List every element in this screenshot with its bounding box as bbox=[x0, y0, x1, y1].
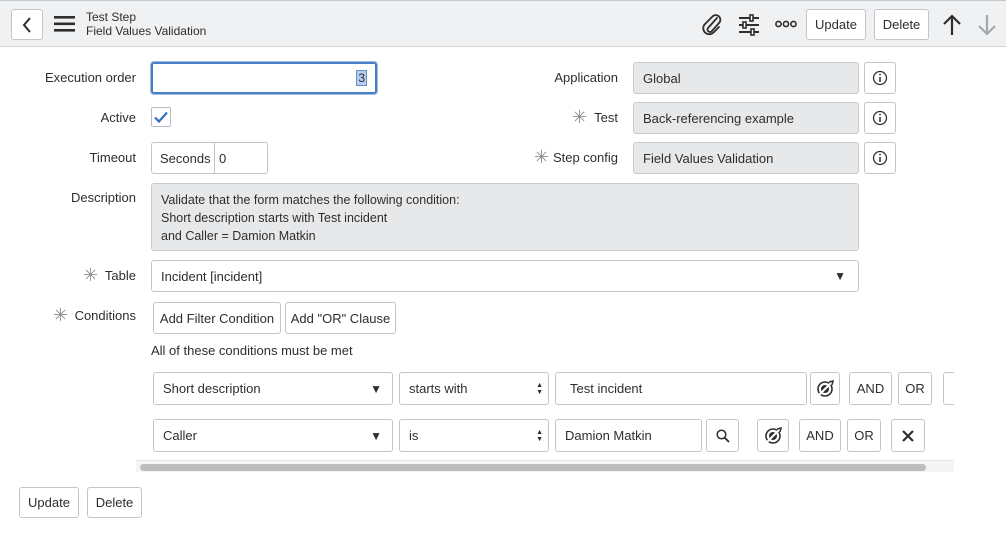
conditions-label: Conditions bbox=[74, 308, 136, 323]
description-field[interactable]: Validate that the form matches the follo… bbox=[151, 183, 859, 251]
execution-order-value: 3 bbox=[356, 70, 367, 86]
condition-operator-select[interactable]: is ▲ ▼ bbox=[399, 419, 549, 452]
condition-or-button[interactable]: OR bbox=[898, 372, 932, 405]
form-header: Test Step Field Values Validation Update… bbox=[0, 0, 1006, 47]
description-line: Short description starts with Test incid… bbox=[161, 211, 388, 225]
settings-sliders-icon[interactable] bbox=[738, 13, 760, 37]
record-display-value: Field Values Validation bbox=[86, 24, 207, 38]
table-value: Incident [incident] bbox=[161, 268, 263, 284]
dropdown-arrow-icon: ▼ bbox=[834, 269, 846, 283]
info-icon bbox=[872, 110, 888, 126]
hamburger-menu-icon[interactable] bbox=[54, 15, 76, 33]
execution-order-label: Execution order bbox=[44, 70, 136, 85]
execution-order-field[interactable]: 3 bbox=[151, 62, 377, 94]
test-label: Test bbox=[594, 110, 618, 125]
condition-operator-value: is bbox=[409, 428, 419, 443]
info-icon bbox=[872, 150, 888, 166]
condition-or-button[interactable]: OR bbox=[847, 419, 881, 452]
updown-arrows-icon: ▲ ▼ bbox=[536, 381, 543, 396]
dot-walk-button[interactable] bbox=[757, 419, 789, 452]
condition-value: Test incident bbox=[570, 381, 643, 396]
horizontal-scrollbar-track[interactable] bbox=[136, 460, 954, 472]
timeout-unit: Seconds bbox=[151, 142, 215, 174]
footer-update-button[interactable]: Update bbox=[19, 487, 79, 518]
test-value: Back-referencing example bbox=[643, 110, 795, 126]
condition-value: Damion Matkin bbox=[565, 428, 652, 443]
step-config-info-button[interactable] bbox=[864, 142, 896, 174]
condition-operator-select[interactable]: starts with ▲ ▼ bbox=[399, 372, 549, 405]
close-icon bbox=[902, 429, 914, 442]
step-config-label: Step config bbox=[552, 150, 618, 165]
close-icon bbox=[953, 382, 954, 396]
active-checkbox[interactable] bbox=[151, 107, 171, 127]
search-icon bbox=[715, 428, 730, 443]
timeout-value: 0 bbox=[219, 150, 227, 166]
condition-operator-value: starts with bbox=[409, 381, 468, 396]
arrow-down-icon[interactable] bbox=[977, 14, 997, 36]
table-label: Table bbox=[104, 268, 136, 283]
more-options-icon[interactable] bbox=[775, 16, 797, 32]
description-line: and Caller = Damion Matkin bbox=[161, 229, 316, 243]
dropdown-arrow-icon: ▼ bbox=[370, 381, 382, 396]
active-label: Active bbox=[100, 110, 136, 125]
test-field: Back-referencing example bbox=[633, 102, 859, 134]
conditions-summary: All of these conditions must be met bbox=[151, 343, 353, 358]
reference-lookup-button[interactable] bbox=[706, 419, 739, 452]
condition-field-select[interactable]: Caller ▼ bbox=[153, 419, 393, 452]
dot-walk-icon bbox=[817, 379, 835, 397]
dot-walk-button[interactable] bbox=[810, 372, 840, 405]
step-config-value: Field Values Validation bbox=[643, 150, 774, 166]
condition-field-value: Caller bbox=[163, 428, 197, 443]
application-value: Global bbox=[643, 70, 681, 86]
timeout-input[interactable]: 0 bbox=[214, 142, 268, 174]
description-line: Validate that the form matches the follo… bbox=[161, 193, 460, 207]
dropdown-arrow-icon: ▼ bbox=[370, 428, 382, 443]
horizontal-scrollbar-thumb[interactable] bbox=[140, 464, 926, 471]
conditions-builder: Short description ▼ starts with ▲ ▼ Test … bbox=[136, 362, 954, 474]
condition-field-value: Short description bbox=[163, 381, 261, 396]
record-type-title: Test Step bbox=[86, 10, 137, 24]
condition-and-button[interactable]: AND bbox=[799, 419, 841, 452]
application-label: Application bbox=[554, 70, 618, 85]
condition-and-button[interactable]: AND bbox=[849, 372, 892, 405]
header-update-button[interactable]: Update bbox=[806, 9, 866, 40]
description-label: Description bbox=[70, 190, 136, 205]
checkmark-icon bbox=[154, 111, 168, 124]
condition-field-select[interactable]: Short description ▼ bbox=[153, 372, 393, 405]
paperclip-icon[interactable] bbox=[701, 13, 723, 37]
condition-reference-input[interactable]: Damion Matkin bbox=[555, 419, 702, 452]
application-field: Global bbox=[633, 62, 859, 94]
footer-delete-button[interactable]: Delete bbox=[87, 487, 142, 518]
back-button[interactable] bbox=[11, 9, 43, 40]
header-delete-button[interactable]: Delete bbox=[874, 9, 929, 40]
add-or-clause-button[interactable]: Add "OR" Clause bbox=[285, 302, 396, 334]
updown-arrows-icon: ▲ ▼ bbox=[536, 428, 543, 443]
dot-walk-icon bbox=[765, 426, 783, 444]
step-config-field: Field Values Validation bbox=[633, 142, 859, 174]
application-info-button[interactable] bbox=[864, 62, 896, 94]
timeout-unit-label: Seconds bbox=[160, 150, 211, 166]
add-filter-condition-button[interactable]: Add Filter Condition bbox=[153, 302, 281, 334]
remove-condition-button[interactable] bbox=[891, 419, 925, 452]
timeout-label: Timeout bbox=[89, 150, 136, 165]
chevron-left-icon bbox=[22, 16, 31, 33]
test-info-button[interactable] bbox=[864, 102, 896, 134]
info-icon bbox=[872, 70, 888, 86]
remove-condition-button[interactable] bbox=[943, 372, 954, 405]
table-select[interactable]: Incident [incident] ▼ bbox=[151, 260, 859, 292]
condition-value-input[interactable]: Test incident bbox=[555, 372, 807, 405]
arrow-up-icon[interactable] bbox=[942, 14, 962, 36]
